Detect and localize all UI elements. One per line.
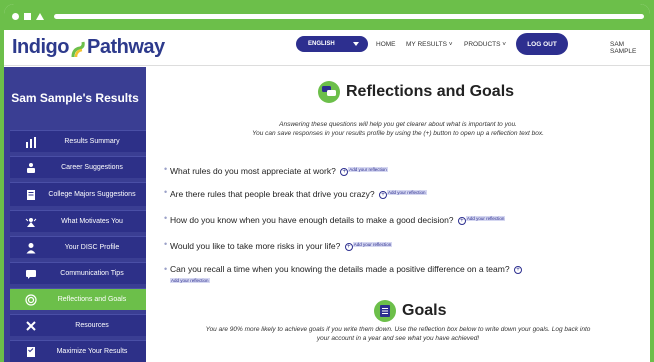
add-reflection-button[interactable]: + <box>513 266 522 274</box>
sidebar-item-disc-profile[interactable]: Your DISC Profile <box>10 236 146 258</box>
app-window: Indigo Pathway ENGLISH HOME MY RESULTS ˅… <box>4 4 650 362</box>
motivation-icon <box>24 215 38 229</box>
address-bar[interactable] <box>54 14 644 19</box>
sidebar-item-maximize-your-results[interactable]: Maximize Your Results <box>10 340 146 362</box>
nav-my-results[interactable]: MY RESULTS ˅ <box>406 41 453 48</box>
nav-products[interactable]: PRODUCTS ˅ <box>464 41 506 48</box>
question-item: • Would you like to take more risks in y… <box>164 239 393 251</box>
goals-text: You are 90% more likely to achieve goals… <box>205 326 591 342</box>
reflections-heading: Reflections and Goals <box>318 81 514 103</box>
pathway-logo-icon <box>71 41 85 57</box>
add-reflection-link[interactable]: Add your reflection <box>170 278 210 283</box>
language-select[interactable]: ENGLISH <box>296 36 368 52</box>
tools-icon <box>24 319 38 333</box>
document-icon <box>24 188 38 202</box>
nav-home[interactable]: HOME <box>376 41 396 48</box>
person-icon <box>24 241 38 255</box>
question-item: • How do you know when you have enough d… <box>164 213 506 225</box>
goals-heading: Goals <box>374 300 446 322</box>
question-item: • Can you recall a time when you knowing… <box>164 264 640 288</box>
page-title: Reflections and Goals <box>346 83 515 100</box>
question-item: • What rules do you most appreciate at w… <box>164 164 388 176</box>
caret-down-icon <box>353 42 359 46</box>
logo[interactable]: Indigo Pathway <box>12 36 165 59</box>
sidebar-item-career-suggestions[interactable]: Career Suggestions <box>10 156 146 178</box>
add-reflection-link[interactable]: Add your reflection <box>348 167 388 172</box>
window-chrome <box>4 4 650 30</box>
chat-icon <box>24 267 38 281</box>
chat-bubbles-icon <box>318 81 340 103</box>
sidebar-title: Sam Sample's Results <box>11 91 139 105</box>
checklist-icon <box>24 345 38 359</box>
add-reflection-link[interactable]: Add your reflection <box>352 242 393 247</box>
top-header: Indigo Pathway ENGLISH HOME MY RESULTS ˅… <box>4 30 650 66</box>
goals-title: Goals <box>402 302 447 319</box>
add-reflection-link[interactable]: Add your reflection <box>465 216 506 221</box>
sidebar-item-college-majors[interactable]: College Majors Suggestions <box>10 182 146 206</box>
square-icon <box>24 13 31 20</box>
user-name[interactable]: SAM SAMPLE <box>610 41 650 55</box>
circle-icon <box>12 13 19 20</box>
sidebar-item-resources[interactable]: Resources <box>10 314 146 336</box>
add-reflection-button[interactable]: + <box>378 191 387 199</box>
add-reflection-button[interactable]: + <box>457 217 466 225</box>
briefcase-person-icon <box>24 161 38 175</box>
sidebar: Sam Sample's Results Results Summary Car… <box>4 67 146 362</box>
add-reflection-link[interactable]: Add your reflection <box>386 190 427 195</box>
sidebar-item-communication-tips[interactable]: Communication Tips <box>10 262 146 284</box>
target-icon <box>24 293 38 307</box>
sidebar-item-results-summary[interactable]: Results Summary <box>10 130 146 152</box>
triangle-icon <box>36 13 44 20</box>
bar-chart-icon <box>24 135 38 149</box>
logout-button[interactable]: LOG OUT <box>516 33 568 55</box>
main-content: Reflections and Goals Answering these qu… <box>146 67 650 362</box>
intro-text: Answering these questions will help you … <box>252 121 544 137</box>
notepad-icon <box>374 300 396 322</box>
sidebar-item-reflections-and-goals[interactable]: Reflections and Goals <box>10 288 146 310</box>
sidebar-item-what-motivates-you[interactable]: What Motivates You <box>10 210 146 232</box>
add-reflection-button[interactable]: + <box>344 243 353 251</box>
question-item: • Are there rules that people break that… <box>164 187 427 199</box>
